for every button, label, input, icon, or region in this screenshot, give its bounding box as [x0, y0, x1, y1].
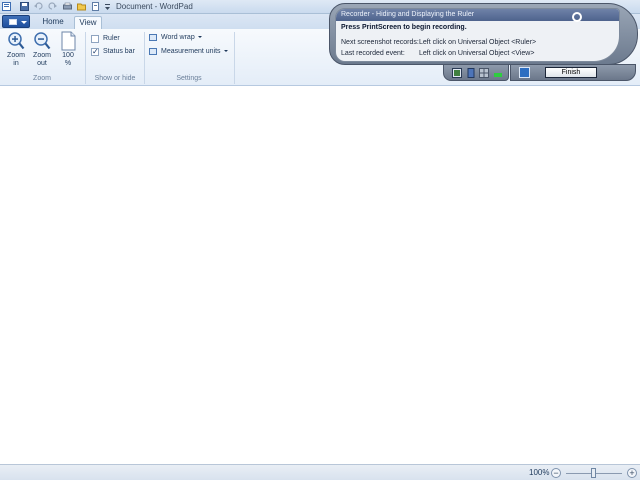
- zoom-in-label: Zoom in: [7, 52, 25, 67]
- measurement-units-label: Measurement units: [161, 48, 221, 55]
- zoom-percent-label: 100%: [529, 468, 550, 477]
- next-record-row: Next screenshot records: Left click on U…: [341, 39, 616, 49]
- chevron-down-icon: [21, 21, 27, 24]
- zoom-out-small-button[interactable]: −: [551, 468, 561, 478]
- zoom-out-icon: [34, 32, 51, 50]
- status-bar-label: Status bar: [103, 48, 135, 55]
- recorder-finish-bar: Finish: [510, 64, 636, 81]
- zoom-in-button[interactable]: Zoom in: [5, 31, 27, 73]
- last-record-row: Last recorded event: Left click on Unive…: [341, 50, 616, 60]
- redo-icon[interactable]: [48, 2, 57, 11]
- word-wrap-dropdown[interactable]: Word wrap: [149, 32, 209, 43]
- status-bar-checkbox-box[interactable]: ✓: [91, 47, 99, 56]
- word-wrap-label: Word wrap: [161, 34, 195, 41]
- zoom-100-label: 100 %: [62, 52, 74, 67]
- zoom-in-small-button[interactable]: +: [627, 468, 637, 478]
- document-editing-area[interactable]: [0, 86, 640, 464]
- last-record-label: Last recorded event:: [341, 50, 405, 57]
- document-icon: [9, 19, 17, 25]
- chevron-down-icon: [223, 50, 228, 53]
- recorder-info-box: Recorder - Hiding and Displaying the Rul…: [335, 8, 620, 62]
- zoom-out-button[interactable]: Zoom out: [31, 31, 53, 73]
- finish-button[interactable]: Finish: [545, 67, 597, 78]
- record-status-icon: [494, 73, 502, 77]
- status-bar-checkbox[interactable]: ✓ Status bar: [91, 46, 143, 57]
- record-indicator-icon[interactable]: [572, 12, 582, 22]
- next-record-value: Left click on Universal Object <Ruler>: [419, 39, 537, 46]
- application-menu-button[interactable]: [2, 15, 30, 28]
- measurement-units-dropdown[interactable]: Measurement units: [149, 46, 233, 57]
- ruler-label: Ruler: [103, 35, 120, 42]
- recorder-panel: Recorder - Hiding and Displaying the Rul…: [329, 3, 638, 65]
- undo-icon[interactable]: [34, 2, 43, 11]
- recorder-toolbar: [443, 64, 509, 81]
- screenshot-icon[interactable]: [452, 68, 462, 78]
- measurement-units-icon: [149, 48, 157, 55]
- checkmark-icon: ✓: [92, 47, 99, 56]
- tab-view[interactable]: View: [74, 16, 102, 29]
- customize-icon[interactable]: [103, 2, 112, 11]
- status-bar: 100% − +: [0, 464, 640, 480]
- undo-recording-icon[interactable]: [519, 67, 530, 78]
- tab-home[interactable]: Home: [36, 16, 70, 29]
- zoom-in-icon: [8, 32, 25, 50]
- group-divider: [234, 32, 235, 84]
- save-icon[interactable]: [20, 2, 29, 11]
- notes-icon[interactable]: [466, 68, 476, 78]
- page-icon: [61, 31, 76, 51]
- recorder-instruction: Press PrintScreen to begin recording.: [341, 24, 467, 31]
- last-record-value: Left click on Universal Object <View>: [419, 50, 535, 57]
- new-icon[interactable]: [91, 2, 100, 11]
- zoom-slider-thumb[interactable]: [591, 468, 596, 478]
- open-icon[interactable]: [77, 2, 86, 11]
- next-record-label: Next screenshot records:: [341, 39, 419, 46]
- app-icon[interactable]: [2, 2, 11, 11]
- print-icon[interactable]: [63, 2, 72, 11]
- settings-group-label: Settings: [176, 75, 202, 82]
- window-title: Document - WordPad: [116, 2, 193, 11]
- ruler-checkbox[interactable]: Ruler: [91, 33, 141, 44]
- zoom-out-label: Zoom out: [33, 52, 51, 67]
- show-hide-group-label: Show or hide: [94, 75, 136, 82]
- word-wrap-icon: [149, 34, 157, 41]
- grid-icon[interactable]: [479, 68, 489, 78]
- zoom-100-button[interactable]: 100 %: [57, 31, 79, 73]
- chevron-down-icon: [197, 36, 202, 39]
- zoom-group-label: Zoom: [33, 75, 51, 82]
- ruler-checkbox-box[interactable]: [91, 35, 99, 43]
